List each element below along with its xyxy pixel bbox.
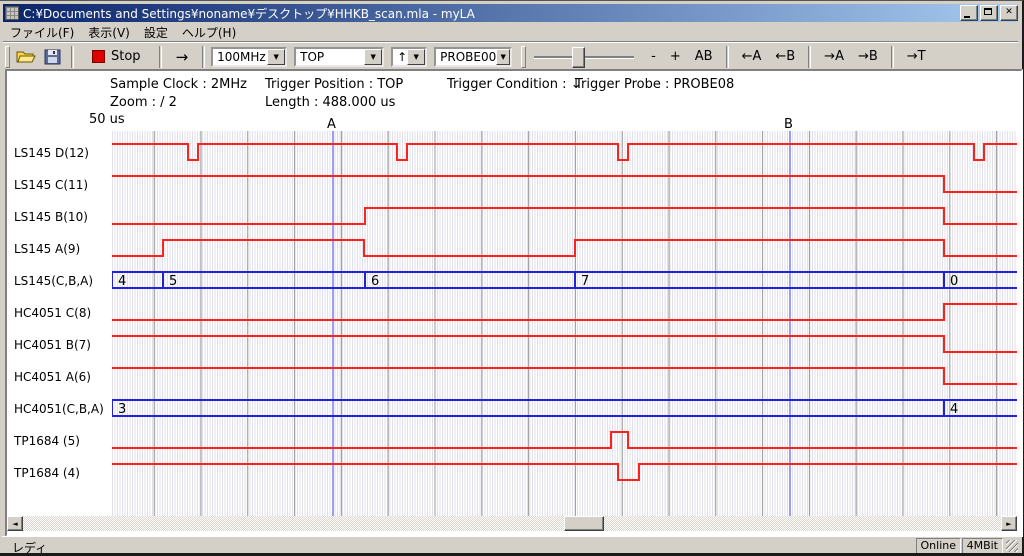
menu-bar: ファイル(F) 表示(V) 設定 ヘルプ(H) (3, 23, 1018, 42)
goto-marker-a-right-button[interactable]: →A (819, 47, 849, 66)
status-memory-badge: 4MBit (962, 538, 1003, 554)
trigger-probe-combo[interactable]: PROBE00 ▼ (434, 47, 512, 67)
app-window: C:¥Documents and Settings¥noname¥デスクトップ¥… (0, 0, 1024, 556)
channel-label: HC4051 C(8) (14, 306, 91, 321)
scroll-left-icon: ◄ (12, 520, 17, 528)
horizontal-scrollbar[interactable]: ◄ ► (7, 516, 1017, 531)
goto-marker-b-left-button[interactable]: ←B (770, 47, 800, 66)
minimize-icon (964, 16, 970, 18)
close-button[interactable]: ✕ (1000, 5, 1018, 21)
trigger-probe-info: Trigger Probe : PROBE08 (575, 77, 734, 92)
svg-text:3: 3 (118, 402, 126, 417)
stop-label: Stop (111, 49, 141, 64)
chevron-down-icon[interactable]: ▼ (364, 49, 382, 65)
svg-text:5: 5 (169, 274, 177, 289)
title-bar: C:¥Documents and Settings¥noname¥デスクトップ¥… (3, 4, 1018, 22)
zoom-out-button[interactable]: - (646, 47, 661, 66)
channel-label: TP1684 (5) (14, 434, 80, 449)
channel-label: HC4051 A(6) (14, 370, 91, 385)
channel-label: HC4051 B(7) (14, 338, 91, 353)
trigger-position-value: TOP (300, 50, 324, 64)
channel-label: LS145 D(12) (14, 146, 89, 161)
goto-trigger-button[interactable]: →T (902, 47, 931, 66)
trigger-condition-info: Trigger Condition : ↓ (447, 77, 582, 92)
scroll-left-button[interactable]: ◄ (7, 516, 23, 531)
app-icon (5, 6, 19, 20)
menu-help[interactable]: ヘルプ(H) (175, 23, 243, 42)
sample-clock-combo[interactable]: 100MHz ▼ (211, 47, 287, 67)
chevron-down-icon[interactable]: ▼ (407, 49, 425, 65)
toolbar-grip (5, 46, 10, 68)
sample-clock-info: Sample Clock : 2MHz (110, 77, 247, 92)
toolbar-separator (891, 46, 894, 68)
menu-view[interactable]: 表示(V) (81, 23, 137, 42)
svg-text:0: 0 (950, 274, 958, 289)
waveform-panel: Sample Clock : 2MHz Trigger Position : T… (5, 69, 1023, 537)
menu-settings[interactable]: 設定 (137, 23, 175, 42)
chevron-down-icon[interactable]: ▼ (496, 49, 510, 65)
status-bar: レディ Online 4MBit (2, 536, 1019, 554)
scrollbar-thumb[interactable] (564, 516, 604, 531)
toolbar-separator (202, 46, 205, 68)
save-file-button[interactable] (44, 49, 61, 65)
channel-label: LS145 C(11) (14, 178, 88, 193)
channel-label: LS145 B(10) (14, 210, 88, 225)
stop-button[interactable]: Stop (86, 47, 147, 66)
maximize-button[interactable] (980, 5, 998, 21)
zoom-slider[interactable] (534, 46, 634, 68)
goto-marker-a-left-button[interactable]: ←A (737, 47, 767, 66)
chevron-down-icon[interactable]: ▼ (267, 49, 285, 65)
sample-clock-value: 100MHz (217, 50, 266, 64)
length-info: Length : 488.000 us (265, 95, 395, 110)
svg-text:7: 7 (581, 274, 589, 289)
toolbar-separator (159, 46, 162, 68)
trigger-probe-value: PROBE00 (440, 50, 496, 64)
toolbar-separator (808, 46, 811, 68)
stop-icon (92, 50, 105, 63)
channel-label: LS145(C,B,A) (14, 274, 93, 289)
time-scale-label: 50 us (89, 112, 125, 127)
scroll-right-icon: ► (1006, 520, 1011, 528)
zoom-in-button[interactable]: + (665, 47, 686, 66)
goto-marker-b-right-button[interactable]: →B (853, 47, 883, 66)
trigger-edge-value: ↑ (397, 50, 407, 64)
window-title: C:¥Documents and Settings¥noname¥デスクトップ¥… (23, 5, 958, 22)
status-online-badge: Online (916, 538, 961, 554)
svg-text:4: 4 (118, 274, 126, 289)
single-run-button[interactable]: → (168, 48, 197, 66)
trigger-position-info: Trigger Position : TOP (265, 77, 403, 92)
trigger-edge-combo[interactable]: ↑ ▼ (391, 47, 427, 67)
zoom-info: Zoom : / 2 (110, 95, 177, 110)
minimize-button[interactable] (960, 5, 978, 21)
toolbar-grip (521, 46, 526, 68)
save-floppy-icon (44, 49, 61, 65)
trigger-position-combo[interactable]: TOP ▼ (294, 47, 384, 67)
scroll-right-button[interactable]: ► (1001, 516, 1017, 531)
open-file-button[interactable] (16, 49, 36, 65)
toolbar-separator (71, 46, 74, 68)
channel-label: LS145 A(9) (14, 242, 80, 257)
slider-thumb[interactable] (572, 47, 585, 68)
maximize-icon (984, 8, 992, 15)
svg-text:4: 4 (950, 402, 958, 417)
toolbar: Stop → 100MHz ▼ TOP ▼ ↑ ▼ PROBE00 ▼ - + … (3, 42, 1018, 70)
ab-button[interactable]: AB (690, 47, 718, 66)
close-icon: ✕ (1005, 7, 1013, 17)
forward-arrow-icon: → (176, 48, 189, 66)
resize-grip[interactable] (1006, 540, 1018, 552)
svg-text:6: 6 (371, 274, 379, 289)
waveform-canvas[interactable]: 4 5 6 7 0 3 4 (112, 127, 1017, 517)
channel-label: HC4051(C,B,A) (14, 402, 104, 417)
toolbar-separator (726, 46, 729, 68)
menu-file[interactable]: ファイル(F) (3, 23, 81, 42)
channel-label: TP1684 (4) (14, 466, 80, 481)
open-folder-icon (16, 49, 36, 65)
